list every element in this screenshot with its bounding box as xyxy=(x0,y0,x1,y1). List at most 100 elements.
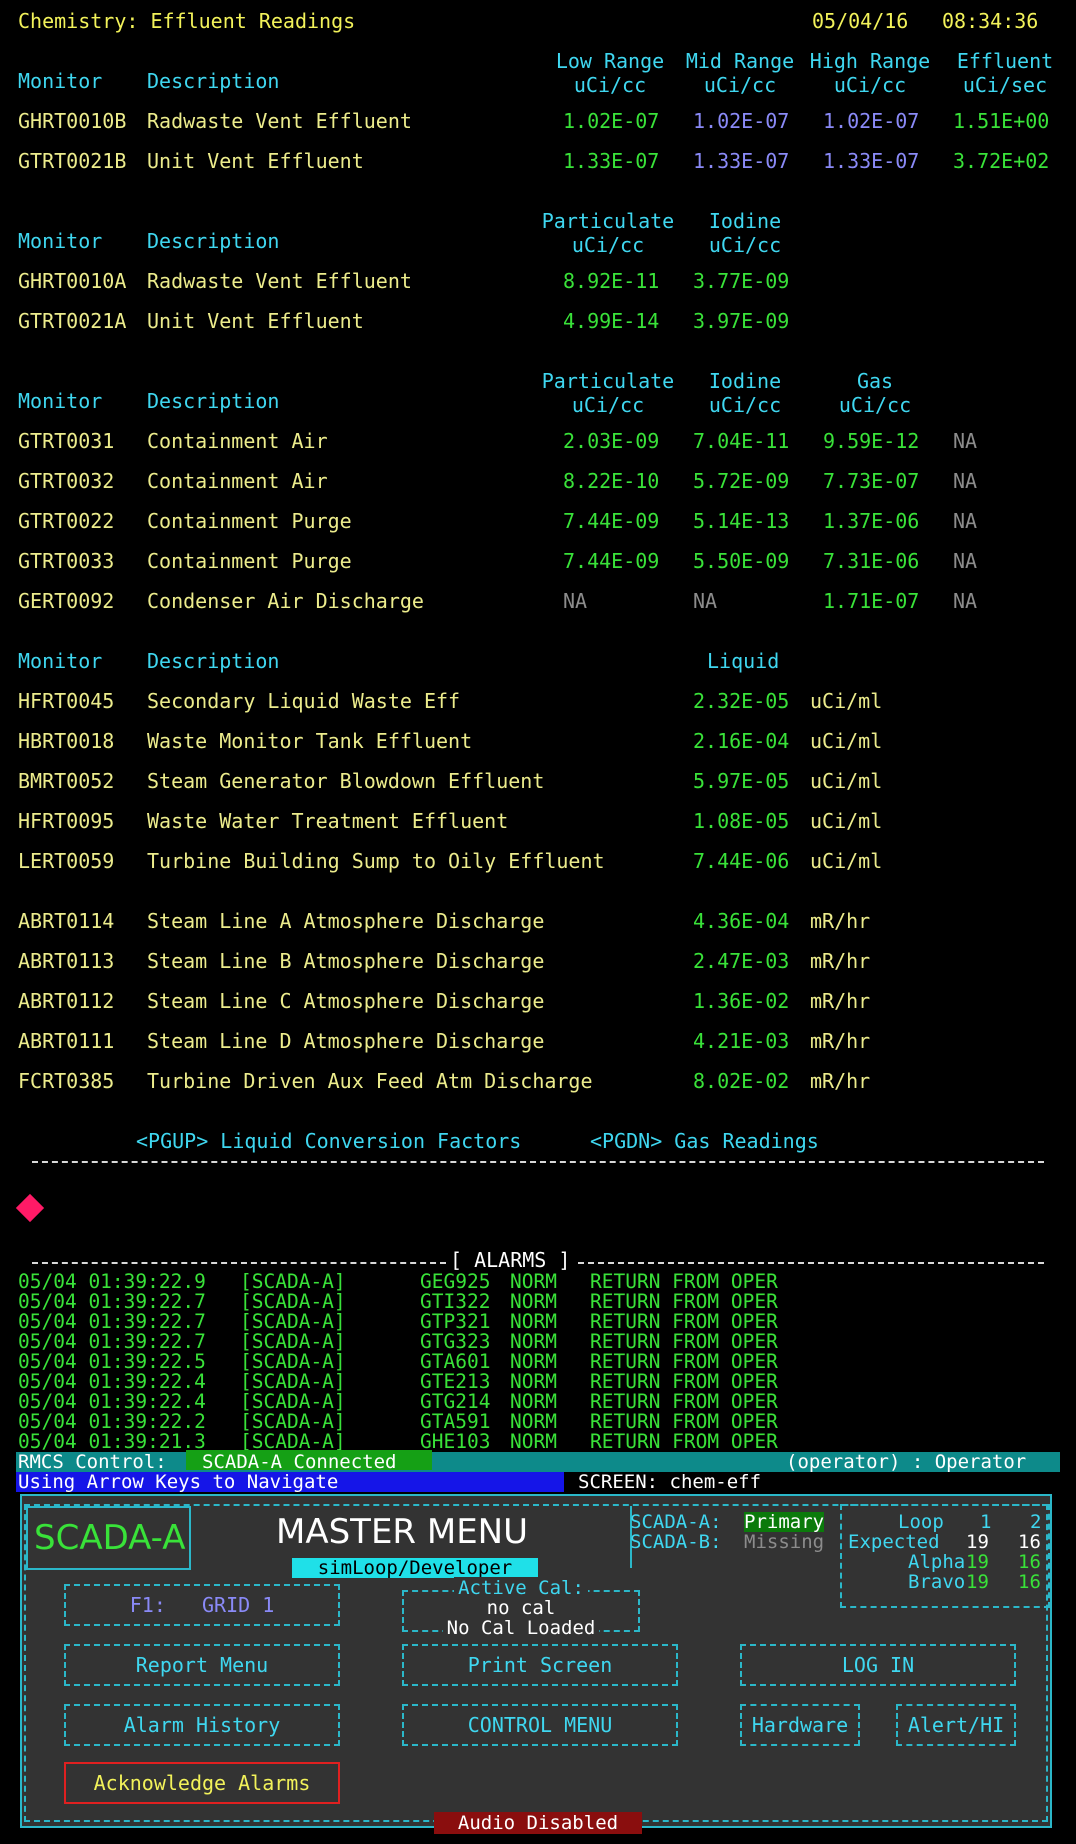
alarm-state: NORM xyxy=(510,1310,557,1333)
value-extra: NA xyxy=(953,549,978,573)
active-cal-box: Active Cal: no cal No Cal Loaded xyxy=(402,1577,640,1639)
alarm-marker-icon xyxy=(15,1193,45,1223)
alarm-message: RETURN FROM OPER xyxy=(590,1310,778,1333)
alarm-source: [SCADA-A] xyxy=(240,1290,346,1313)
col-gas: Gas uCi/cc xyxy=(838,369,912,417)
value-iodine: 7.04E-11 xyxy=(693,429,790,453)
brand-logo: SCADA-A xyxy=(34,1518,186,1558)
value-iodine: 5.72E-09 xyxy=(693,469,790,493)
alarm-message: RETURN FROM OPER xyxy=(590,1350,778,1373)
monitor-desc: Steam Line D Atmosphere Discharge xyxy=(147,1029,545,1053)
monitor-desc: Condenser Air Discharge xyxy=(147,589,424,613)
value-iodine: 3.97E-09 xyxy=(693,309,790,333)
value-particulate: NA xyxy=(563,589,588,613)
status-bar: RMCS Control: SCADA-A Connected (operato… xyxy=(16,1450,1060,1473)
pgup-link[interactable]: <PGUP> Liquid Conversion Factors xyxy=(136,1129,521,1153)
value-particulate: 8.92E-11 xyxy=(563,269,660,293)
loop-2: 2 xyxy=(1030,1511,1042,1533)
report-menu-button[interactable]: Report Menu xyxy=(64,1644,340,1686)
alarms-title: [ ALARMS ] xyxy=(450,1248,571,1272)
value-high: 1.33E-07 xyxy=(823,149,920,173)
monitor-desc: Secondary Liquid Waste Eff xyxy=(147,689,461,713)
active-cal-label: Active Cal: xyxy=(454,1577,588,1599)
value-liquid: 5.97E-05 xyxy=(693,769,790,793)
alarm-message: RETURN FROM OPER xyxy=(590,1290,778,1313)
alarm-message: RETURN FROM OPER xyxy=(590,1330,778,1353)
pgdn-link[interactable]: <PGDN> Gas Readings xyxy=(590,1129,819,1153)
hardware-button[interactable]: Hardware xyxy=(740,1704,860,1746)
monitor-desc: Turbine Building Sump to Oily Effluent xyxy=(147,849,605,873)
monitor-id: GERT0092 xyxy=(18,589,115,613)
monitor-desc: Containment Purge xyxy=(147,549,352,573)
col-effluent: Effluent uCi/sec xyxy=(956,49,1054,97)
col-particulate: Particulate uCi/cc xyxy=(541,209,675,257)
alarm-tag: GTA591 xyxy=(420,1410,491,1433)
col-description: Description xyxy=(147,229,280,253)
bravo-1: 19 xyxy=(966,1571,989,1593)
monitor-id: GTRT0021B xyxy=(18,149,127,173)
monitor-id: GHRT0010B xyxy=(18,109,127,133)
alarm-state: NORM xyxy=(510,1410,557,1433)
alarm-state: NORM xyxy=(510,1350,557,1373)
alarm-tag: GTI322 xyxy=(420,1290,491,1313)
monitor-desc: Steam Line A Atmosphere Discharge xyxy=(147,909,545,933)
bravo-label: Bravo xyxy=(908,1571,966,1593)
value-iodine: 5.14E-13 xyxy=(693,509,790,533)
alarm-history-button[interactable]: Alarm History xyxy=(64,1704,340,1746)
value-particulate: 4.99E-14 xyxy=(563,309,660,333)
alarm-timestamp: 05/04 01:39:22.4 xyxy=(18,1390,206,1413)
alarm-timestamp: 05/04 01:39:22.7 xyxy=(18,1330,206,1353)
value-extra: NA xyxy=(953,509,978,533)
value-unit: uCi/ml xyxy=(810,809,883,833)
value-unit: uCi/ml xyxy=(810,769,883,793)
value-reading: 4.21E-03 xyxy=(693,1029,790,1053)
expected-label: Expected xyxy=(848,1531,940,1553)
scada-b-status: Missing xyxy=(744,1531,825,1553)
alarm-tag: GTG323 xyxy=(420,1330,491,1353)
f1-key: F1: xyxy=(129,1593,166,1617)
alarm-message: RETURN FROM OPER xyxy=(590,1390,778,1413)
user-label: (operator) : Operator xyxy=(786,1451,1027,1473)
alarm-timestamp: 05/04 01:39:22.7 xyxy=(18,1310,206,1333)
screen-name: SCREEN: chem-eff xyxy=(578,1471,762,1493)
monitor-desc: Unit Vent Effluent xyxy=(147,309,364,333)
print-screen-button[interactable]: Print Screen xyxy=(402,1644,678,1686)
alarm-source: [SCADA-A] xyxy=(240,1270,346,1293)
alert-hi-button[interactable]: Alert/HI xyxy=(896,1704,1016,1746)
alarm-message: RETURN FROM OPER xyxy=(590,1410,778,1433)
separator xyxy=(32,1262,446,1264)
value-gas: 9.59E-12 xyxy=(823,429,920,453)
col-monitor: Monitor xyxy=(18,389,103,413)
acknowledge-alarms-button[interactable]: Acknowledge Alarms xyxy=(64,1762,340,1804)
control-menu-button[interactable]: CONTROL MENU xyxy=(402,1704,678,1746)
master-menu-panel: SCADA-A MASTER MENU simLoop/Developer SC… xyxy=(20,1494,1052,1834)
value-extra: NA xyxy=(953,429,978,453)
value-particulate: 2.03E-09 xyxy=(563,429,660,453)
alarm-state: NORM xyxy=(510,1390,557,1413)
loop-1: 1 xyxy=(980,1511,992,1533)
alarm-source: [SCADA-A] xyxy=(240,1410,346,1433)
col-high-range: High Range uCi/cc xyxy=(809,49,931,97)
monitor-desc: Waste Monitor Tank Effluent xyxy=(147,729,473,753)
col-monitor: Monitor xyxy=(18,649,103,673)
col-liquid: Liquid xyxy=(707,649,780,673)
rmcs-status: SCADA-A Connected xyxy=(186,1450,432,1473)
value-extra: NA xyxy=(953,589,978,613)
value-low: 1.33E-07 xyxy=(563,149,660,173)
alarm-timestamp: 05/04 01:39:22.5 xyxy=(18,1350,206,1373)
alarm-state: NORM xyxy=(510,1370,557,1393)
alarm-tag: GEG925 xyxy=(420,1270,491,1293)
monitor-id: ABRT0113 xyxy=(18,949,115,973)
value-reading: 4.36E-04 xyxy=(693,909,790,933)
alarm-state: NORM xyxy=(510,1270,557,1293)
col-particulate: Particulate uCi/cc xyxy=(541,369,675,417)
log-in-button[interactable]: LOG IN xyxy=(740,1644,1016,1686)
value-gas: 7.73E-07 xyxy=(823,469,920,493)
header-date: 05/04/16 xyxy=(812,9,909,33)
monitor-id: BMRT0052 xyxy=(18,769,115,793)
value-unit: mR/hr xyxy=(810,909,871,933)
alarm-tag: GTG214 xyxy=(420,1390,491,1413)
alarm-source: [SCADA-A] xyxy=(240,1430,346,1453)
value-high: 1.02E-07 xyxy=(823,109,920,133)
f1-grid-button[interactable]: F1: GRID 1 xyxy=(64,1584,340,1626)
